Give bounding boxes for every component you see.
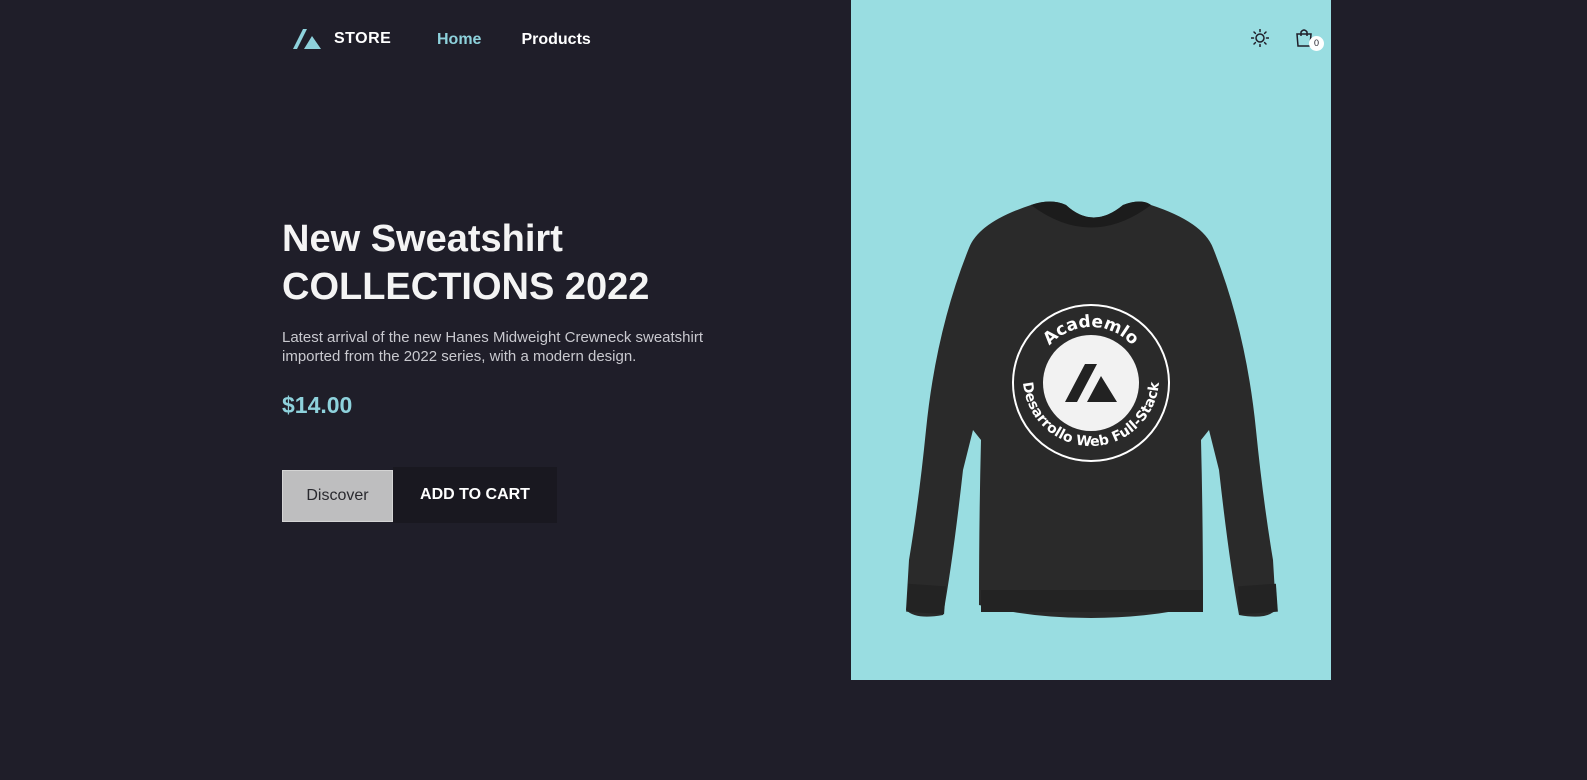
theme-toggle-button[interactable] bbox=[1248, 26, 1272, 50]
cart-button[interactable]: 0 bbox=[1292, 26, 1324, 51]
product-price: $14.00 bbox=[282, 392, 353, 418]
product-image-panel: Academlo Desarrollo Web Full-Stack bbox=[851, 0, 1331, 680]
hero-title-line-2: COLLECTIONS 2022 bbox=[282, 266, 650, 308]
page: Academlo Desarrollo Web Full-Stack STORE… bbox=[0, 0, 1587, 780]
brand-logo[interactable]: STORE bbox=[292, 28, 391, 50]
brand-logo-icon bbox=[293, 29, 321, 49]
hero-actions: Discover ADD TO CART bbox=[282, 467, 557, 523]
header-tools: 0 bbox=[1248, 26, 1324, 51]
main-nav: Home Products bbox=[437, 31, 591, 49]
sun-icon bbox=[1251, 29, 1269, 47]
brand-name: STORE bbox=[334, 30, 392, 47]
discover-button[interactable]: Discover bbox=[282, 470, 393, 522]
hero-description: Latest arrival of the new Hanes Midweigh… bbox=[282, 329, 704, 365]
sweatshirt-image: Academlo Desarrollo Web Full-Stack bbox=[906, 201, 1278, 618]
add-to-cart-button[interactable]: ADD TO CART bbox=[393, 467, 557, 523]
nav-home-link[interactable]: Home bbox=[437, 31, 481, 49]
cart-count-badge: 0 bbox=[1309, 36, 1324, 51]
hero-title-line-1: New Sweatshirt bbox=[282, 218, 563, 260]
nav-products-link[interactable]: Products bbox=[521, 31, 590, 49]
hero-title: New Sweatshirt COLLECTIONS 2022 bbox=[282, 215, 802, 311]
header: STORE Home Products 0 bbox=[282, 0, 1331, 80]
